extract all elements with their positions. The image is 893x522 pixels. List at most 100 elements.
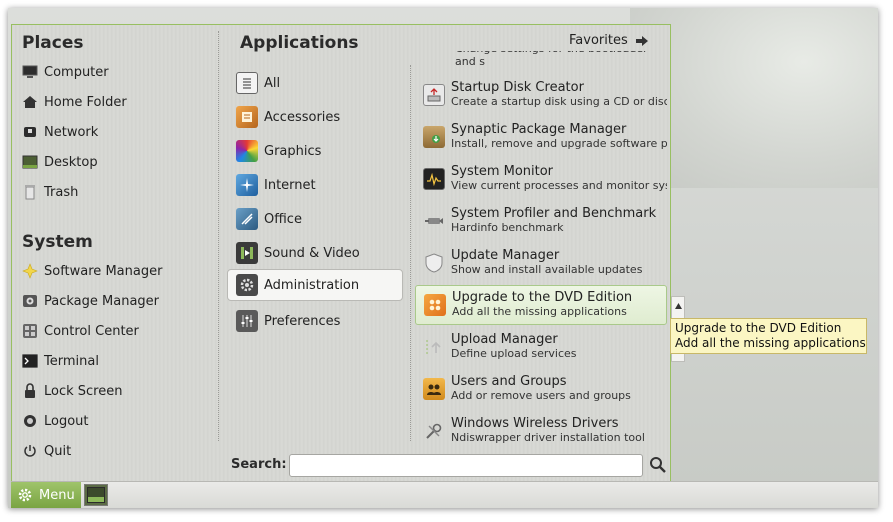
app-description: Add all the missing applications xyxy=(452,305,627,318)
category-accessories[interactable]: Accessories xyxy=(228,101,402,133)
package-manager-icon xyxy=(22,293,38,309)
app-item-upload-manager[interactable]: Upload Manager Define upload services xyxy=(415,327,667,367)
system-item-lock-screen[interactable]: Lock Screen xyxy=(22,378,212,404)
place-item-computer[interactable]: Computer xyxy=(22,59,212,85)
category-label: Graphics xyxy=(264,143,322,159)
place-label: Computer xyxy=(44,64,109,80)
system-item-control-center[interactable]: Control Center xyxy=(22,318,212,344)
all-icon xyxy=(236,72,258,94)
dvd-upgrade-icon xyxy=(424,294,446,316)
app-name: Users and Groups xyxy=(451,375,567,389)
app-name: System Profiler and Benchmark xyxy=(451,207,657,221)
network-icon xyxy=(22,124,38,140)
synaptic-icon xyxy=(423,126,445,148)
app-name: Windows Wireless Drivers xyxy=(451,417,619,431)
lock-icon xyxy=(22,383,38,399)
desktop-icon xyxy=(87,487,105,503)
places-divider xyxy=(218,31,219,441)
profiler-icon xyxy=(423,210,445,232)
scroll-up-arrow-icon[interactable] xyxy=(674,299,683,314)
app-description: Create a startup disk using a CD or disc… xyxy=(451,95,667,108)
category-label: Internet xyxy=(264,177,316,193)
search-input[interactable] xyxy=(289,454,643,477)
app-description: Hardinfo benchmark xyxy=(451,221,564,234)
app-tooltip: Upgrade to the DVD Edition Add all the m… xyxy=(670,318,867,354)
desktop-icon xyxy=(22,154,38,170)
logout-icon xyxy=(22,413,38,429)
sound-video-icon xyxy=(236,242,258,264)
app-name: Update Manager xyxy=(451,249,560,263)
gear-icon xyxy=(17,487,33,503)
bottom-panel: Menu xyxy=(11,481,878,508)
main-menu: Places Computer Home Folder Network Desk… xyxy=(11,24,671,481)
menu-label: Menu xyxy=(39,487,75,503)
office-icon xyxy=(236,208,258,230)
system-item-software-manager[interactable]: Software Manager xyxy=(22,258,212,284)
category-all[interactable]: All xyxy=(228,67,402,99)
system-label: Quit xyxy=(44,443,72,459)
terminal-icon xyxy=(22,353,38,369)
app-item-windows-wireless-drivers[interactable]: Windows Wireless Drivers Ndiswrapper dri… xyxy=(415,411,667,447)
app-description: Define upload services xyxy=(451,347,577,360)
system-item-terminal[interactable]: Terminal xyxy=(22,348,212,374)
cut-off-app-description: Change settings for the bootloader and s xyxy=(455,51,648,68)
category-administration[interactable]: Administration xyxy=(227,269,403,301)
show-desktop-button[interactable] xyxy=(84,484,108,506)
app-item-system-monitor[interactable]: System Monitor View current processes an… xyxy=(415,159,667,199)
category-label: Accessories xyxy=(264,109,341,125)
app-item-update-manager[interactable]: Update Manager Show and install availabl… xyxy=(415,243,667,283)
app-item-upgrade-dvd-edition[interactable]: Upgrade to the DVD Edition Add all the m… xyxy=(415,285,667,325)
place-label: Desktop xyxy=(44,154,98,170)
system-label: Control Center xyxy=(44,323,139,339)
category-sound-video[interactable]: Sound & Video xyxy=(228,237,402,269)
category-label: Administration xyxy=(264,277,360,293)
app-item-users-and-groups[interactable]: Users and Groups Add or remove users and… xyxy=(415,369,667,409)
tooltip-description: Add all the missing applications xyxy=(675,336,866,350)
app-description: View current processes and monitor syst xyxy=(451,179,667,192)
search-label: Search: xyxy=(231,457,287,472)
app-description: Show and install available updates xyxy=(451,263,643,276)
preferences-icon xyxy=(236,310,258,332)
home-icon xyxy=(22,94,38,110)
users-icon xyxy=(423,378,445,400)
system-item-package-manager[interactable]: Package Manager xyxy=(22,288,212,314)
category-label: Sound & Video xyxy=(264,245,360,261)
internet-icon xyxy=(236,174,258,196)
place-label: Trash xyxy=(44,184,79,200)
place-item-trash[interactable]: Trash xyxy=(22,179,212,205)
upload-icon xyxy=(423,336,445,358)
administration-icon xyxy=(236,274,258,296)
system-label: Software Manager xyxy=(44,263,163,279)
categories-divider xyxy=(410,65,411,441)
category-office[interactable]: Office xyxy=(228,203,402,235)
app-item-startup-disk-creator[interactable]: Startup Disk Creator Create a startup di… xyxy=(415,75,667,115)
app-name: Startup Disk Creator xyxy=(451,81,584,95)
menu-button[interactable]: Menu xyxy=(11,482,81,508)
place-label: Network xyxy=(44,124,99,140)
category-label: Preferences xyxy=(264,313,341,329)
place-item-home-folder[interactable]: Home Folder xyxy=(22,89,212,115)
place-item-network[interactable]: Network xyxy=(22,119,212,145)
app-description: Install, remove and upgrade software pa xyxy=(451,137,667,150)
category-preferences[interactable]: Preferences xyxy=(228,305,402,337)
place-item-desktop[interactable]: Desktop xyxy=(22,149,212,175)
system-item-logout[interactable]: Logout xyxy=(22,408,212,434)
app-description: Ndiswrapper driver installation tool xyxy=(451,431,645,444)
app-item-system-profiler[interactable]: System Profiler and Benchmark Hardinfo b… xyxy=(415,201,667,241)
app-name: System Monitor xyxy=(451,165,554,179)
wireless-drivers-icon xyxy=(423,420,445,442)
trash-icon xyxy=(22,184,38,200)
system-label: Logout xyxy=(44,413,89,429)
graphics-icon xyxy=(236,140,258,162)
software-manager-icon xyxy=(22,263,38,279)
app-item-synaptic-package-manager[interactable]: Synaptic Package Manager Install, remove… xyxy=(415,117,667,157)
app-name: Upgrade to the DVD Edition xyxy=(452,291,633,305)
system-item-quit[interactable]: Quit xyxy=(22,438,212,464)
category-internet[interactable]: Internet xyxy=(228,169,402,201)
system-heading: System xyxy=(22,232,93,252)
category-graphics[interactable]: Graphics xyxy=(228,135,402,167)
search-icon[interactable] xyxy=(649,456,667,474)
update-shield-icon xyxy=(423,252,445,274)
favorites-button[interactable]: Favorites xyxy=(569,33,648,48)
favorites-label: Favorites xyxy=(569,33,628,48)
